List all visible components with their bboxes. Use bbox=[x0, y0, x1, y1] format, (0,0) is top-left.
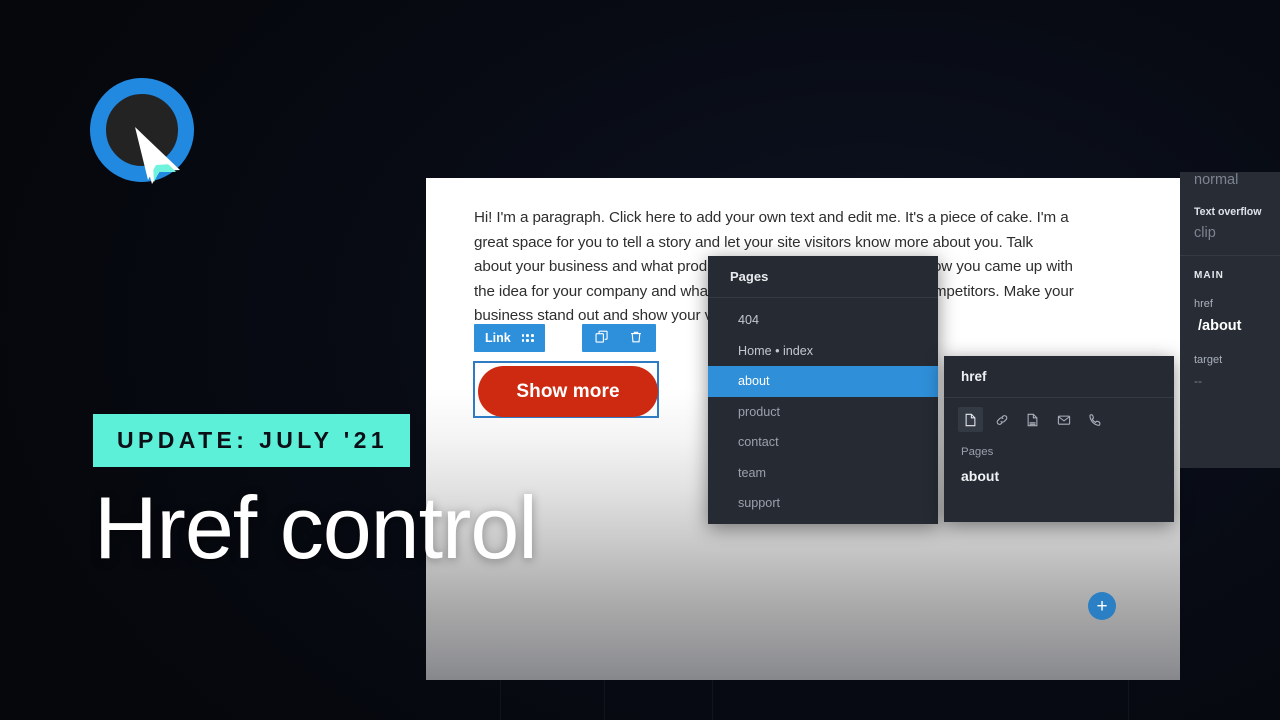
link-chip-label: Link bbox=[485, 331, 511, 345]
pages-dropdown-panel: Pages 404 Home • index about product contact… bbox=[708, 256, 938, 524]
pages-list-item[interactable]: product bbox=[708, 397, 938, 428]
pages-list-item[interactable]: Home • index bbox=[708, 336, 938, 367]
sidebar-section-main: MAIN bbox=[1194, 270, 1224, 281]
link-icon[interactable] bbox=[989, 407, 1014, 432]
href-type-tabs bbox=[944, 398, 1174, 432]
page-icon[interactable] bbox=[958, 407, 983, 432]
update-badge-text: UPDATE: JULY '21 bbox=[117, 427, 389, 453]
href-popover-panel: href Pages about bbox=[944, 356, 1174, 522]
pages-list-item[interactable]: about bbox=[708, 366, 938, 397]
white-space-value[interactable]: normal bbox=[1194, 172, 1280, 188]
target-value[interactable]: -- bbox=[1194, 374, 1280, 388]
pages-list-item[interactable]: contact bbox=[708, 427, 938, 458]
duplicate-icon[interactable] bbox=[595, 330, 609, 347]
show-more-button[interactable]: Show more bbox=[478, 366, 658, 417]
target-label: target bbox=[1194, 354, 1223, 366]
file-download-icon[interactable] bbox=[1020, 407, 1045, 432]
trash-icon[interactable] bbox=[629, 330, 643, 347]
pages-list-item[interactable]: support bbox=[708, 488, 938, 519]
background-divider bbox=[604, 680, 605, 720]
email-icon[interactable] bbox=[1051, 407, 1076, 432]
sidebar-divider bbox=[1180, 255, 1280, 256]
drag-handle-icon[interactable] bbox=[521, 334, 534, 342]
href-field-value: about bbox=[961, 468, 1000, 484]
background-divider bbox=[500, 680, 501, 720]
text-overflow-label: Text overflow bbox=[1194, 206, 1262, 218]
update-badge: UPDATE: JULY '21 bbox=[93, 414, 411, 467]
background-divider bbox=[712, 680, 713, 720]
phone-icon[interactable] bbox=[1082, 407, 1107, 432]
href-field-label: Pages bbox=[961, 446, 994, 458]
properties-sidebar: normal Text overflow clip MAIN href /abo… bbox=[1180, 172, 1280, 468]
button-selection-frame: Show more bbox=[473, 361, 659, 418]
text-overflow-value[interactable]: clip bbox=[1194, 225, 1280, 241]
editor-x-logo bbox=[90, 78, 194, 184]
video-title: Href control bbox=[94, 478, 538, 577]
pages-panel-title: Pages bbox=[708, 256, 938, 298]
link-element-chip[interactable]: Link bbox=[474, 324, 545, 352]
video-frame: Hi! I'm a paragraph. Click here to add y… bbox=[0, 0, 1280, 720]
element-actions bbox=[581, 324, 656, 352]
cursor-arrow-icon bbox=[135, 127, 180, 184]
pages-list-item[interactable]: 404 bbox=[708, 305, 938, 336]
href-label: href bbox=[1194, 298, 1213, 310]
href-selected-value: Pages about bbox=[944, 432, 1174, 484]
element-toolbar: Link bbox=[474, 324, 656, 352]
background-divider bbox=[1128, 680, 1129, 720]
add-element-button[interactable]: + bbox=[1088, 592, 1116, 620]
href-panel-title: href bbox=[944, 356, 1174, 398]
href-value[interactable]: /about bbox=[1194, 318, 1280, 334]
pages-list-item[interactable]: team bbox=[708, 458, 938, 489]
pages-list: 404 Home • index about product contact team su… bbox=[708, 298, 938, 519]
